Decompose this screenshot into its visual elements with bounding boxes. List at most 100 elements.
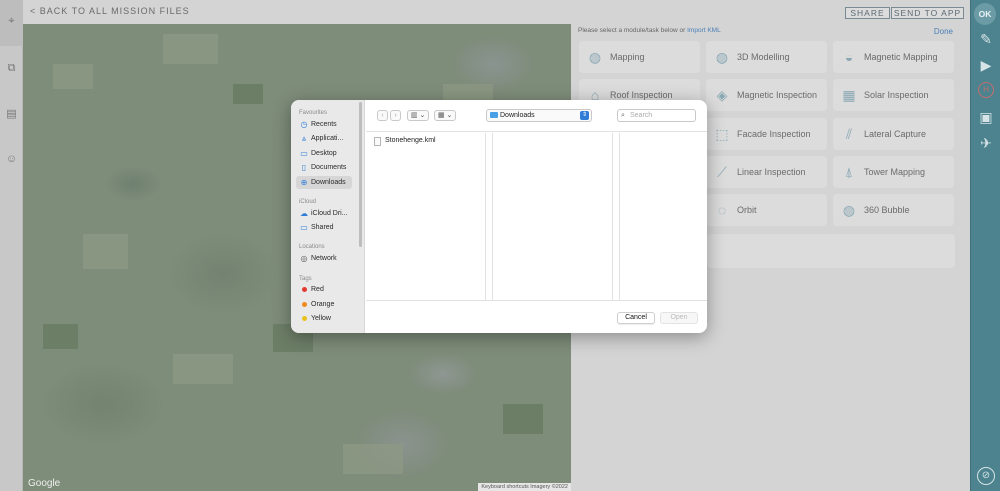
- magnet-grid-icon: ◒: [844, 49, 854, 65]
- search-icon: ⌕: [621, 112, 625, 119]
- top-bar: < BACK TO ALL MISSION FILES SHARE SEND T…: [23, 0, 970, 24]
- tags-heading: Tags: [299, 276, 312, 282]
- map-field: [343, 444, 403, 474]
- dropdown-caret-icon: ⇕: [580, 111, 589, 120]
- tile-magnetic-inspection[interactable]: ◈ Magnetic Inspection: [706, 79, 827, 111]
- search-input[interactable]: ⌕ Search: [617, 109, 696, 122]
- browser-column-2: [493, 133, 613, 300]
- no-fly-icon[interactable]: ✈: [976, 133, 996, 153]
- back-to-mission-files-link[interactable]: < BACK TO ALL MISSION FILES: [30, 6, 190, 16]
- orbit-icon: ◌: [717, 202, 727, 218]
- home-point-icon[interactable]: H: [978, 82, 994, 98]
- done-button[interactable]: Done: [934, 27, 953, 36]
- list-icon[interactable]: ▤: [5, 108, 18, 121]
- sidebar-item-network[interactable]: ◎ Network: [296, 252, 352, 265]
- share-button[interactable]: SHARE: [845, 7, 890, 19]
- right-rail: OK ✎ ▶ H ▣ ✈ ⊘: [970, 0, 1000, 491]
- send-to-app-button[interactable]: SEND TO APP: [891, 7, 964, 19]
- tower-icon: ⍋: [844, 164, 854, 180]
- layers-icon[interactable]: ⧉: [5, 62, 18, 75]
- google-logo: Google: [28, 478, 61, 489]
- tag-dot-orange: [302, 302, 307, 307]
- sidebar-tag-orange[interactable]: Orange: [296, 298, 352, 311]
- sidebar-scrollbar[interactable]: [359, 102, 362, 247]
- dialog-footer: Cancel Open: [366, 300, 707, 333]
- sidebar-tag-yellow[interactable]: Yellow: [296, 312, 352, 325]
- dialog-toolbar: ‹ › ▥ ⌄ ▦ ⌄ Downloads ⇕ ⌕ Search: [366, 100, 707, 132]
- columns-view-icon: ▥ ⌄: [411, 112, 426, 119]
- map-woodland: [233, 84, 263, 104]
- tile-linear-inspection[interactable]: ⟋ Linear Inspection: [706, 156, 827, 188]
- tag-dot-yellow: [302, 316, 307, 321]
- map-field: [83, 234, 128, 269]
- bubble-icon: ◍: [842, 202, 856, 218]
- shared-folder-icon: ▭: [300, 223, 308, 232]
- magnet-icon: ◈: [716, 87, 728, 103]
- map-field: [53, 64, 93, 89]
- tile-3d-modelling[interactable]: ◍ 3D Modelling: [706, 41, 827, 73]
- map-field: [173, 354, 233, 384]
- file-item[interactable]: Stonehenge.kml: [374, 137, 436, 146]
- tile-orbit[interactable]: ◌ Orbit: [706, 194, 827, 226]
- favourites-heading: Favourites: [299, 110, 328, 116]
- line-icon: ⟋: [717, 164, 727, 180]
- facade-icon: ⬚: [715, 126, 729, 142]
- user-icon[interactable]: ☺: [5, 153, 18, 166]
- icloud-heading: iCloud: [299, 199, 317, 205]
- tile-magnetic-mapping[interactable]: ◒ Magnetic Mapping: [833, 41, 954, 73]
- map-field: [163, 34, 218, 64]
- sidebar-tag-red[interactable]: Red: [296, 283, 352, 296]
- ok-button[interactable]: OK: [974, 3, 996, 25]
- column-resize-handle[interactable]: [486, 133, 493, 300]
- forward-nav-button[interactable]: ›: [390, 110, 401, 121]
- left-rail: ⌖ ⧉ ▤ ☺: [0, 0, 23, 491]
- sidebar-item-applications[interactable]: ⩓ Applicati...: [296, 132, 352, 145]
- group-by-button[interactable]: ▦ ⌄: [434, 110, 457, 121]
- tag-dot-red: [302, 287, 307, 292]
- tile-solar-inspection[interactable]: ▦ Solar Inspection: [833, 79, 954, 111]
- lateral-icon: ⫽: [845, 126, 853, 142]
- dialog-sidebar: Favourites ◷ Recents ⩓ Applicati... ▭ Deskt…: [291, 100, 365, 333]
- folder-icon: [490, 112, 498, 118]
- download-icon: ⊕: [300, 178, 308, 187]
- locations-heading: Locations: [299, 244, 325, 250]
- sidebar-item-shared[interactable]: ▭ Shared: [296, 221, 352, 234]
- sidebar-item-recents[interactable]: ◷ Recents: [296, 118, 352, 131]
- sidebar-item-icloud-drive[interactable]: ☁ iCloud Dri...: [296, 207, 352, 220]
- cloud-icon: ☁: [300, 209, 308, 218]
- browser-column-1: Stonehenge.kml: [366, 133, 486, 300]
- pen-icon[interactable]: ✎: [976, 29, 996, 49]
- location-dropdown[interactable]: Downloads ⇕: [486, 109, 592, 122]
- import-kml-link[interactable]: Import KML: [687, 27, 721, 34]
- open-file-dialog: Favourites ◷ Recents ⩓ Applicati... ▭ Deskt…: [291, 100, 707, 333]
- play-icon[interactable]: ▶: [976, 55, 996, 75]
- open-button[interactable]: Open: [660, 312, 698, 324]
- browser-column-3: [620, 133, 707, 300]
- cancel-button[interactable]: Cancel: [617, 312, 655, 324]
- desktop-icon: ▭: [300, 149, 308, 158]
- map-attribution[interactable]: Keyboard shortcuts Imagery ©2022: [478, 483, 571, 491]
- globe-grid-icon: ◍: [715, 49, 729, 65]
- tile-tower-mapping[interactable]: ⍋ Tower Mapping: [833, 156, 954, 188]
- tile-empty: [707, 234, 955, 268]
- drone-icon[interactable]: ⌖: [5, 15, 18, 28]
- camera-icon[interactable]: ▣: [976, 107, 996, 127]
- view-mode-button[interactable]: ▥ ⌄: [407, 110, 430, 121]
- solar-panel-icon: ▦: [842, 87, 856, 103]
- sidebar-item-documents[interactable]: ▯ Documents: [296, 161, 352, 174]
- sidebar-item-desktop[interactable]: ▭ Desktop: [296, 147, 352, 160]
- grid-sphere-icon: ◍: [588, 49, 602, 65]
- globe-icon: ◎: [300, 254, 308, 263]
- column-resize-handle[interactable]: [613, 133, 620, 300]
- tile-lateral-capture[interactable]: ⫽ Lateral Capture: [833, 118, 954, 150]
- apps-icon: ⩓: [301, 134, 307, 143]
- tile-facade-inspection[interactable]: ⬚ Facade Inspection: [706, 118, 827, 150]
- compass-icon[interactable]: ⊘: [977, 467, 995, 485]
- tile-mapping[interactable]: ◍ Mapping: [579, 41, 700, 73]
- sidebar-item-downloads[interactable]: ⊕ Downloads: [296, 176, 352, 189]
- back-nav-button[interactable]: ‹: [377, 110, 388, 121]
- tile-360-bubble[interactable]: ◍ 360 Bubble: [833, 194, 954, 226]
- map-woodland: [43, 324, 78, 349]
- clock-icon: ◷: [300, 120, 308, 129]
- map-woodland: [503, 404, 543, 434]
